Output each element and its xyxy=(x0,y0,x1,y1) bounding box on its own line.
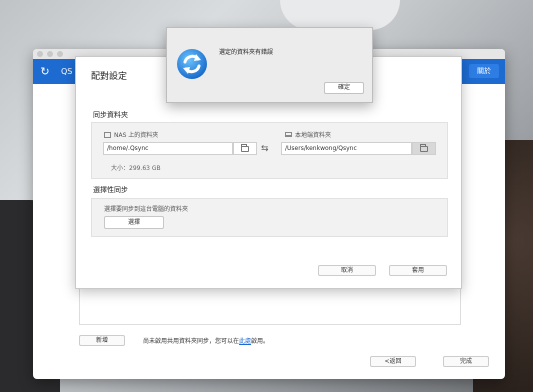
sync-folder-section: NAS 上的資料夾 本地端資料夾 /home/.Qsync ⇆ /Users/k… xyxy=(91,122,448,179)
add-button[interactable]: 新增 xyxy=(79,335,125,346)
ok-button[interactable]: 確定 xyxy=(324,82,364,94)
apply-button[interactable]: 套用 xyxy=(389,265,447,276)
window-close-control[interactable] xyxy=(37,51,43,57)
selective-sync-section-title: 選擇性同步 xyxy=(93,186,128,194)
nas-path-field[interactable]: /home/.Qsync xyxy=(103,142,233,155)
nas-folder-label: NAS 上的資料夾 xyxy=(104,130,158,139)
app-title: QS xyxy=(61,67,73,76)
nas-folder-label-text: NAS 上的資料夾 xyxy=(114,132,159,139)
window-minimize-control[interactable] xyxy=(47,51,53,57)
footer-note: 尚未啟用共用資料夾同步，您可以在此處啟用。 xyxy=(143,336,269,345)
footer-note-text: 尚未啟用共用資料夾同步，您可以在 xyxy=(143,338,240,345)
enable-here-link[interactable]: 此處 xyxy=(239,338,251,345)
swap-arrows-icon: ⇆ xyxy=(261,144,269,154)
folder-icon xyxy=(420,143,428,152)
about-button[interactable]: 關於 xyxy=(469,64,499,78)
local-folder-label: 本地端資料夾 xyxy=(285,130,331,139)
sync-folder-section-title: 同步資料夾 xyxy=(93,111,128,119)
window-zoom-control[interactable] xyxy=(57,51,63,57)
sync-refresh-icon xyxy=(177,49,207,79)
choose-button[interactable]: 選擇 xyxy=(104,216,164,229)
footer-note-end: 啟用。 xyxy=(251,338,270,345)
local-path-field[interactable]: /Users/kenkwong/Qsync xyxy=(281,142,412,155)
back-button[interactable]: <返回 xyxy=(370,356,416,367)
alert-message: 選定的資料夾有錯誤 xyxy=(219,49,274,56)
error-alert: 選定的資料夾有錯誤 確定 xyxy=(166,27,373,103)
selective-sync-description: 選擇要同步到這台電腦的資料夾 xyxy=(104,206,189,213)
cancel-button[interactable]: 取消 xyxy=(318,265,376,276)
background-cup xyxy=(280,0,400,30)
computer-icon xyxy=(285,132,292,137)
nas-folder-icon xyxy=(104,131,111,138)
folder-size: 大小：299.63 GB xyxy=(111,165,161,172)
nas-browse-button[interactable] xyxy=(233,142,257,155)
folder-icon xyxy=(241,143,249,152)
selective-sync-section: 選擇要同步到這台電腦的資料夾 選擇 xyxy=(91,198,448,237)
local-folder-label-text: 本地端資料夾 xyxy=(295,132,332,139)
qsync-logo-icon: ↻ xyxy=(40,65,50,78)
local-browse-button[interactable] xyxy=(412,142,436,155)
done-button[interactable]: 完成 xyxy=(443,356,489,367)
dialog-title: 配對設定 xyxy=(91,72,128,82)
